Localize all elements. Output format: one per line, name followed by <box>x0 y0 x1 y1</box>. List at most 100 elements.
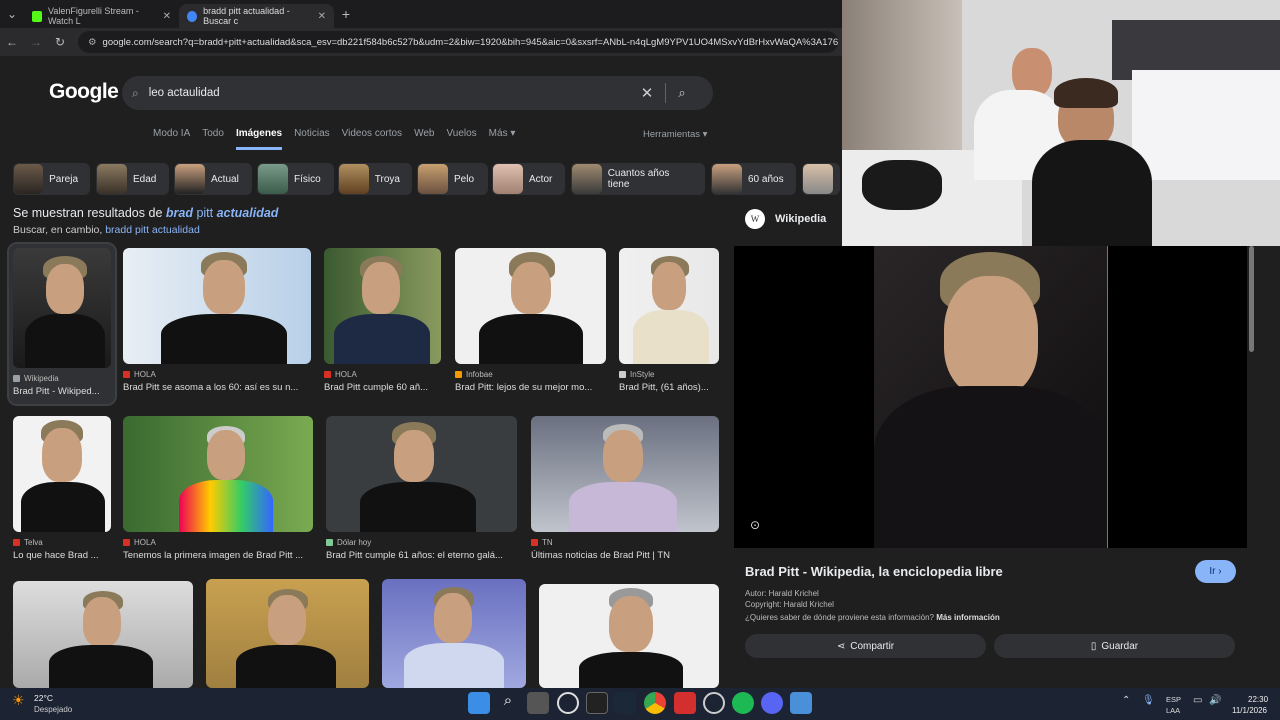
result-image[interactable] <box>123 248 311 364</box>
epic-games-icon[interactable] <box>586 692 608 714</box>
result-tile[interactable] <box>206 579 369 688</box>
panel-source[interactable]: W Wikipedia <box>735 204 845 234</box>
tab-imagenes[interactable]: Imágenes <box>235 128 283 150</box>
result-image[interactable] <box>13 416 111 532</box>
tab-todo[interactable]: Todo <box>202 128 224 150</box>
weather-icon[interactable]: ☀ <box>12 692 25 709</box>
app-gear-icon[interactable] <box>703 692 725 714</box>
result-title[interactable]: Brad Pitt, (61 años)... <box>619 382 719 393</box>
spotify-icon[interactable] <box>732 692 754 714</box>
network-icon[interactable]: ▭ <box>1193 695 1202 706</box>
chip-cuantos-anos[interactable]: Cuantos años tiene <box>571 163 705 195</box>
weather-status[interactable]: Despejado <box>34 705 72 714</box>
chip-troya[interactable]: Troya <box>338 163 412 195</box>
weather-temp[interactable]: 22°C <box>34 693 53 703</box>
save-button[interactable]: ▯ Guardar <box>994 634 1235 658</box>
chip-pareja[interactable]: Pareja <box>13 163 90 195</box>
forward-icon[interactable]: → <box>24 35 48 49</box>
site-info-icon[interactable]: ⚙ <box>88 37 97 48</box>
tab-list-icon[interactable]: ⌄ <box>0 7 24 21</box>
chip-60-anos[interactable]: 60 años <box>711 163 796 195</box>
result-tile[interactable]: Telva Lo que hace Brad ... <box>13 416 111 561</box>
result-image[interactable] <box>455 248 606 364</box>
app-icon[interactable] <box>557 692 579 714</box>
result-tile[interactable] <box>539 584 719 688</box>
close-tab-icon[interactable]: ✕ <box>318 11 326 22</box>
result-tile[interactable]: Infobae Brad Pitt: lejos de su mejor mo.… <box>455 248 606 393</box>
google-logo[interactable]: Google <box>49 80 119 104</box>
clock-date[interactable]: 11/1/2026 <box>1232 706 1267 715</box>
chrome-icon[interactable] <box>644 692 666 714</box>
preview-image[interactable]: ⊙ <box>734 246 1247 548</box>
app-red-icon[interactable] <box>674 692 696 714</box>
result-title[interactable]: Brad Pitt - Wikiped... <box>13 386 111 397</box>
result-image[interactable] <box>324 248 441 364</box>
clock-time[interactable]: 22:30 <box>1248 695 1268 704</box>
chip-fisico[interactable]: Físico <box>257 163 334 195</box>
start-icon[interactable] <box>468 692 490 714</box>
tab-noticias[interactable]: Noticias <box>294 128 330 150</box>
keyboard-layout[interactable]: LAA <box>1166 706 1180 715</box>
chip-pelo[interactable]: Pelo <box>417 163 488 195</box>
chip-actual[interactable]: Actual <box>174 163 252 195</box>
result-image[interactable] <box>539 584 719 688</box>
result-tile[interactable] <box>13 581 193 688</box>
result-image[interactable] <box>619 248 719 364</box>
result-image[interactable] <box>123 416 313 532</box>
panel-scrollbar[interactable] <box>1249 246 1254 352</box>
result-title[interactable]: Brad Pitt se asoma a los 60: así es su n… <box>123 382 311 393</box>
chevron-up-icon[interactable]: ⌃ <box>1122 695 1130 706</box>
search-box[interactable]: ⌕ ✕ ⌕ <box>122 76 713 110</box>
chip-edad[interactable]: Edad <box>96 163 169 195</box>
result-tile[interactable]: HOLA Brad Pitt cumple 60 añ... <box>324 248 441 393</box>
chip-more[interactable] <box>802 163 840 195</box>
close-tab-icon[interactable]: ✕ <box>163 11 171 22</box>
result-tile[interactable] <box>382 579 526 688</box>
result-image[interactable] <box>13 248 111 368</box>
tab-stream[interactable]: ValenFigurelli Stream - Watch L ✕ <box>24 4 179 28</box>
panel-title[interactable]: Brad Pitt - Wikipedia, la enciclopedia l… <box>745 564 1003 579</box>
result-title[interactable]: Brad Pitt cumple 61 años: el eterno galá… <box>326 550 517 561</box>
steam-icon[interactable] <box>614 692 636 714</box>
notepad-icon[interactable] <box>790 692 812 714</box>
new-tab-icon[interactable]: + <box>334 6 358 22</box>
tab-web[interactable]: Web <box>414 128 434 150</box>
result-image[interactable] <box>13 581 193 688</box>
chip-actor[interactable]: Actor <box>492 163 565 195</box>
share-button[interactable]: ⋖ Compartir <box>745 634 986 658</box>
visit-button[interactable]: Ir › <box>1195 560 1236 583</box>
back-icon[interactable]: ← <box>0 35 24 49</box>
result-image[interactable] <box>326 416 517 532</box>
result-tile[interactable]: Wikipedia Brad Pitt - Wikiped... <box>7 242 117 406</box>
tools-button[interactable]: Herramientas ▾ <box>643 129 707 140</box>
result-title[interactable]: Brad Pitt cumple 60 añ... <box>324 382 441 393</box>
tab-vuelos[interactable]: Vuelos <box>446 128 476 150</box>
url-input[interactable]: ⚙ google.com/search?q=bradd+pitt+actuali… <box>78 31 838 53</box>
result-title[interactable]: Brad Pitt: lejos de su mejor mo... <box>455 382 606 393</box>
result-tile[interactable]: TN Últimas noticias de Brad Pitt | TN <box>531 416 719 561</box>
tab-google-search[interactable]: bradd pitt actualidad - Buscar c ✕ <box>179 4 334 28</box>
result-tile[interactable]: Dólar hoy Brad Pitt cumple 61 años: el e… <box>326 416 517 561</box>
result-tile[interactable]: HOLA Brad Pitt se asoma a los 60: así es… <box>123 248 311 393</box>
result-tile[interactable]: HOLA Tenemos la primera imagen de Brad P… <box>123 416 313 561</box>
tab-modo-ia[interactable]: Modo IA <box>153 128 190 150</box>
microphone-icon[interactable]: 🎙 <box>1142 695 1155 706</box>
result-title[interactable]: Últimas noticias de Brad Pitt | TN <box>531 550 719 561</box>
result-tile[interactable]: InStyle Brad Pitt, (61 años)... <box>619 248 719 393</box>
result-image[interactable] <box>531 416 719 532</box>
task-view-icon[interactable] <box>527 692 549 714</box>
lens-icon[interactable]: ⊙ <box>750 518 760 532</box>
more-info-link[interactable]: Más información <box>936 613 1000 622</box>
tab-mas[interactable]: Más ▾ <box>489 128 516 150</box>
result-title[interactable]: Lo que hace Brad ... <box>13 550 111 561</box>
search-input[interactable] <box>148 87 619 99</box>
language-code[interactable]: ESP <box>1166 695 1181 704</box>
result-title[interactable]: Tenemos la primera imagen de Brad Pitt .… <box>123 550 313 561</box>
volume-icon[interactable]: 🔊 <box>1209 695 1221 706</box>
tab-videos-cortos[interactable]: Videos cortos <box>342 128 402 150</box>
discord-icon[interactable] <box>761 692 783 714</box>
reload-icon[interactable]: ↻ <box>48 35 72 49</box>
result-image[interactable] <box>206 579 369 688</box>
clear-icon[interactable]: ✕ <box>641 84 654 102</box>
alt-query-link[interactable]: bradd pitt actualidad <box>105 224 200 236</box>
